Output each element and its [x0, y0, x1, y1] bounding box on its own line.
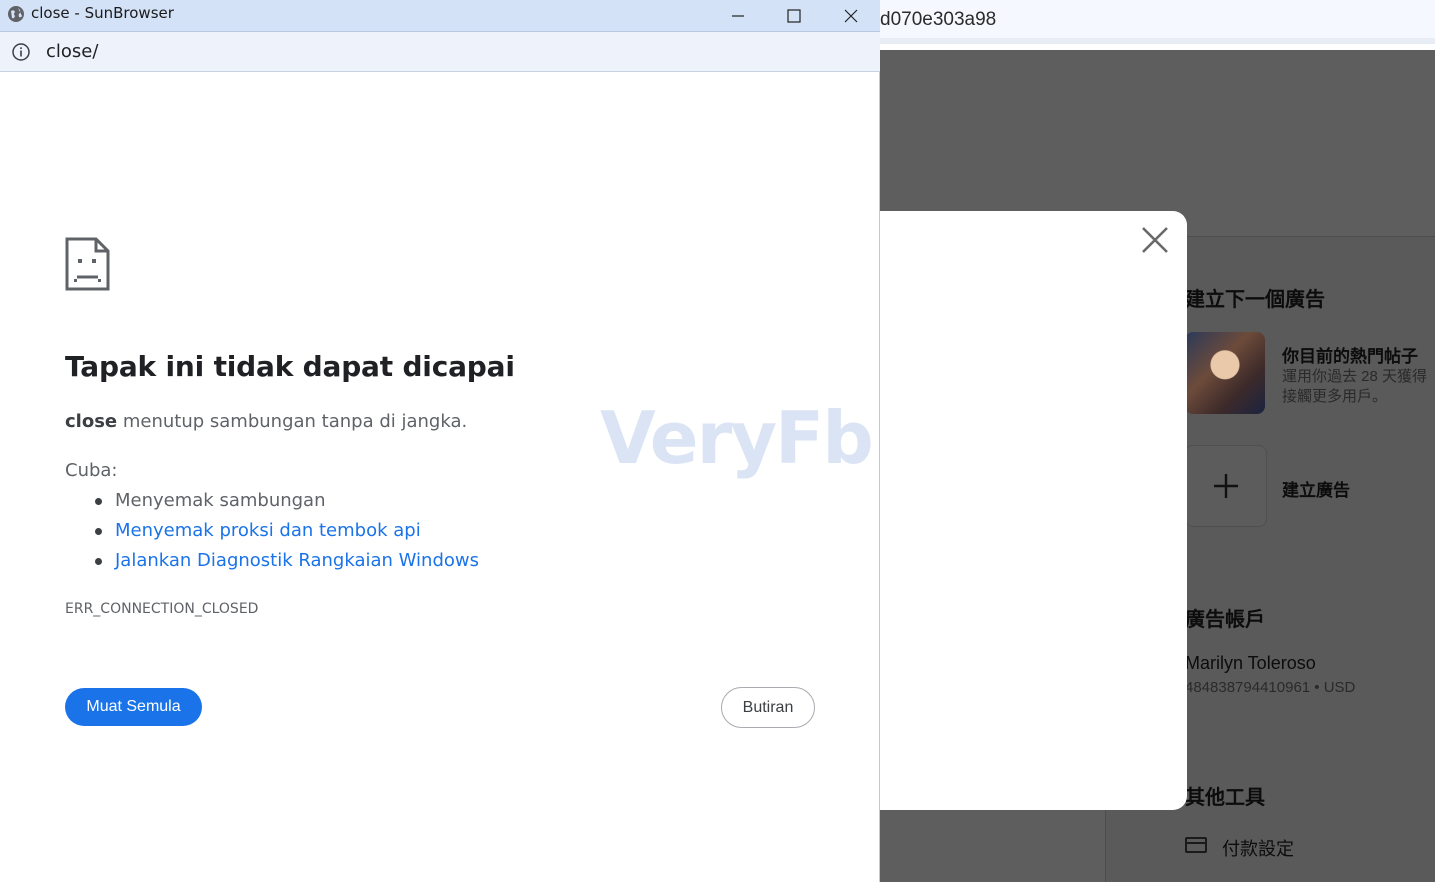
hot-post-thumbnail[interactable]: [1185, 332, 1265, 414]
next-ad-heading: 建立下一個廣告: [1185, 289, 1325, 311]
error-title: Tapak ini tidak dapat dicapai: [65, 350, 515, 383]
credit-card-icon: [1185, 837, 1207, 853]
suggestion-run-diagnostics-link[interactable]: Jalankan Diagnostik Rangkaian Windows: [65, 548, 479, 578]
error-host: close: [65, 411, 118, 432]
error-code: ERR_CONNECTION_CLOSED: [65, 601, 259, 617]
maximize-icon: [787, 8, 801, 23]
hot-post-desc-line2: 接觸更多用戶。: [1282, 388, 1388, 405]
address-text[interactable]: close/: [46, 41, 98, 62]
hot-post-title[interactable]: 你目前的熱門帖子: [1282, 342, 1418, 367]
background-url-bar[interactable]: d070e303a98: [880, 0, 1435, 44]
sad-document-icon: [65, 237, 110, 291]
reload-button[interactable]: Muat Semula: [65, 688, 202, 726]
suggestion-list: Menyemak sambungan Menyemak proksi dan t…: [65, 488, 479, 578]
window-close-button[interactable]: [823, 0, 879, 31]
close-icon: [844, 9, 858, 22]
create-ad-label[interactable]: 建立廣告: [1282, 476, 1350, 501]
payment-settings-link[interactable]: 付款設定: [1222, 835, 1294, 861]
error-description-text: menutup sambungan tanpa di jangka.: [117, 411, 468, 432]
plus-icon: [1214, 474, 1238, 498]
address-bar[interactable]: close/: [0, 32, 880, 72]
info-icon[interactable]: [11, 42, 31, 62]
window-titlebar[interactable]: close - SunBrowser: [0, 0, 880, 32]
suggestion-check-connection: Menyemak sambungan: [65, 488, 479, 518]
modal-dialog: [880, 211, 1187, 810]
popup-browser-window: close - SunBrowser close/ VeryFb Tapak i…: [0, 0, 880, 882]
ad-account-heading: 廣告帳戶: [1185, 609, 1265, 631]
create-ad-tile[interactable]: [1185, 445, 1267, 527]
watermark: VeryFb: [600, 396, 874, 480]
hot-post-desc-line1: 運用你過去 28 天獲得: [1282, 368, 1428, 385]
minimize-icon: [732, 14, 744, 17]
minimize-button[interactable]: [710, 0, 766, 31]
globe-icon: [8, 6, 24, 22]
try-label: Cuba:: [65, 460, 118, 481]
maximize-button[interactable]: [766, 0, 822, 31]
account-name[interactable]: Marilyn Toleroso: [1185, 653, 1316, 674]
modal-close-button[interactable]: [1139, 224, 1171, 256]
account-meta: 484838794410961 • USD: [1185, 679, 1356, 696]
error-description: close menutup sambungan tanpa di jangka.: [65, 411, 467, 432]
background-url-text: d070e303a98: [880, 9, 997, 30]
close-icon: [1142, 227, 1168, 253]
window-title: close - SunBrowser: [31, 4, 174, 22]
details-button[interactable]: Butiran: [721, 687, 815, 728]
suggestion-check-proxy-firewall-link[interactable]: Menyemak proksi dan tembok api: [65, 518, 479, 548]
other-tools-heading: 其他工具: [1185, 787, 1265, 809]
